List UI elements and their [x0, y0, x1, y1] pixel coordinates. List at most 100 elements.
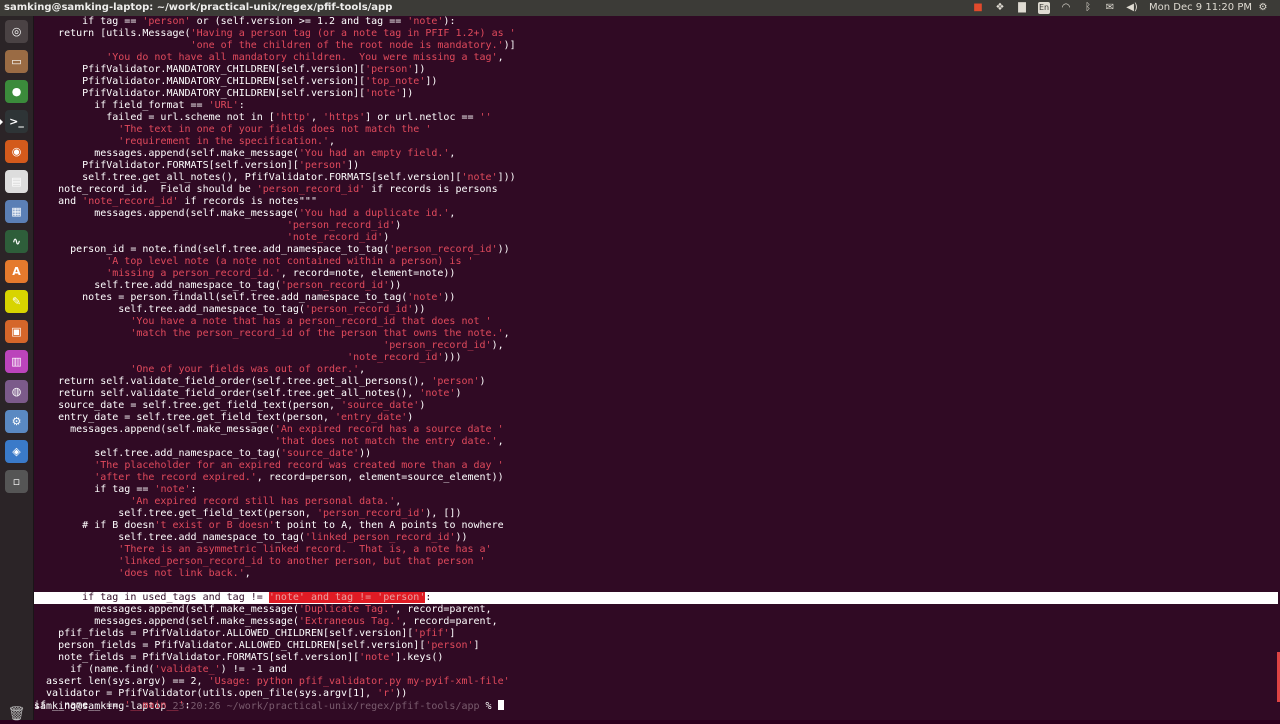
clock[interactable]: Mon Dec 9 11:20 PM — [1143, 1, 1252, 15]
trash-icon[interactable]: 🗑 — [7, 706, 26, 724]
code-text: ) — [479, 376, 486, 387]
launcher-text-editor-icon[interactable]: ▤ — [5, 170, 28, 193]
code-text: )) — [413, 304, 426, 315]
terminal-line: 'note_record_id') — [34, 232, 389, 244]
launcher-settings-icon[interactable]: ⚙ — [5, 410, 28, 433]
string-literal: 'You had an empty field.' — [298, 148, 450, 159]
notification-icon[interactable]: ■ — [967, 1, 989, 15]
string-literal: 'validate_' — [154, 664, 221, 675]
dropbox-icon[interactable]: ❖ — [989, 1, 1011, 15]
string-literal: 'person_record_id' — [286, 220, 396, 231]
launcher-workspace-icon[interactable]: ▫ — [5, 470, 28, 493]
terminal-line: notes = person.findall(self.tree.add_nam… — [34, 292, 455, 304]
launcher-document-icon[interactable]: ▦ — [5, 200, 28, 223]
code-text: if (name.find( — [34, 664, 155, 675]
terminal-line: 'one of the children of the root node is… — [34, 40, 516, 52]
terminal-line: 'There is an asymmetric linked record. T… — [34, 544, 491, 556]
terminal-line: note_fields = PfifValidator.FORMATS[self… — [34, 652, 443, 664]
string-literal: 't exist or B doesn' — [154, 520, 275, 531]
code-text: )) — [497, 244, 510, 255]
terminal-line: source_date = self.tree.get_field_text(p… — [34, 400, 425, 412]
string-literal: 'r' — [377, 688, 396, 699]
terminal-line: 'person_record_id') — [34, 220, 401, 232]
code-text: return self.validate_field_order(self.tr… — [34, 376, 432, 387]
launcher-disk-utility-icon[interactable]: ◍ — [5, 380, 28, 403]
code-text: : — [190, 484, 197, 495]
string-literal: 'URL' — [208, 100, 239, 111]
code-text: ]) — [401, 88, 414, 99]
string-literal: 'person' — [365, 64, 414, 75]
volume-icon[interactable]: ◀) — [1121, 1, 1143, 15]
highlight-prefix: if tag in used_tags and tag != — [34, 592, 269, 603]
code-text: , — [449, 208, 456, 219]
code-text: self.tree.add_namespace_to_tag( — [34, 280, 281, 291]
terminal-window[interactable]: if tag in used_tags and tag != 'note' an… — [34, 16, 1280, 720]
code-text: note_fields = PfifValidator.FORMATS[self… — [34, 652, 360, 663]
code-text: , — [310, 112, 323, 123]
terminal-line: self.tree.add_namespace_to_tag('person_r… — [34, 304, 425, 316]
string-literal: 'note' — [419, 388, 456, 399]
string-literal: 'One of your fields was out of order.' — [130, 364, 360, 375]
string-literal: 'entry_date' — [335, 412, 408, 423]
string-literal: 'person_record_id' — [316, 508, 426, 519]
terminal-line: person_fields = PfifValidator.ALLOWED_CH… — [34, 640, 479, 652]
highlighted-line[interactable]: if tag in used_tags and tag != 'note' an… — [34, 592, 1278, 604]
terminal-line: PfifValidator.MANDATORY_CHILDREN[self.ve… — [34, 88, 413, 100]
string-literal: 'note' — [407, 16, 444, 27]
code-text: person_fields = PfifValidator.ALLOWED_CH… — [34, 640, 426, 651]
code-text: t point to A, then A points to nowhere — [274, 520, 504, 531]
code-text: # if B doesn — [34, 520, 155, 531]
terminal-line: self.tree.add_namespace_to_tag('person_r… — [34, 280, 401, 292]
string-literal: '__main__' — [124, 700, 185, 711]
bluetooth-icon[interactable]: ᛒ — [1077, 1, 1099, 15]
launcher-dash-home-icon[interactable]: ◎ — [5, 20, 28, 43]
launcher-chrome-icon[interactable]: ● — [5, 80, 28, 103]
launcher-system-monitor-icon[interactable]: ∿ — [5, 230, 28, 253]
terminal-line: PfifValidator.FORMATS[self.version]['per… — [34, 160, 359, 172]
chat-icon[interactable]: ▇ — [1011, 1, 1033, 15]
code-text: ) — [407, 412, 414, 423]
launcher-files-icon[interactable]: ▭ — [5, 50, 28, 73]
terminal-line: 'You have a note that has a person_recor… — [34, 316, 491, 328]
string-literal: 'top_note' — [365, 76, 426, 87]
string-literal: 'person' — [142, 16, 191, 27]
terminal-line: entry_date = self.tree.get_field_text(pe… — [34, 412, 413, 424]
terminal-line: 'You do not have all mandatory children.… — [34, 52, 503, 64]
terminal-line: # if B doesn't exist or B doesn't point … — [34, 520, 504, 532]
code-text: self.tree.add_namespace_to_tag( — [34, 532, 305, 543]
string-literal: 'note' — [154, 484, 191, 495]
terminal-line: messages.append(self.make_message('You h… — [34, 148, 455, 160]
code-text: assert len(sys.argv) == 2, — [34, 676, 209, 687]
launcher-software-center-icon[interactable]: A — [5, 260, 28, 283]
code-text: messages.append(self.make_message( — [34, 424, 275, 435]
mail-icon[interactable]: ✉ — [1099, 1, 1121, 15]
selected-text[interactable]: 'note' and tag != 'person' — [268, 592, 426, 603]
string-literal: 'source_date' — [341, 400, 420, 411]
system-tray: ■ ❖ ▇ En ◠ ᛒ ✉ ◀) Mon Dec 9 11:20 PM ⚙ — [967, 1, 1274, 15]
terminal-line: PfifValidator.MANDATORY_CHILDREN[self.ve… — [34, 76, 437, 88]
launcher-calc-icon[interactable]: ▥ — [5, 350, 28, 373]
terminal-line: self.tree.add_namespace_to_tag('source_d… — [34, 448, 371, 460]
terminal-line: assert len(sys.argv) == 2, 'Usage: pytho… — [34, 676, 510, 688]
launcher-firefox-icon[interactable]: ◉ — [5, 140, 28, 163]
code-text: entry_date = self.tree.get_field_text(pe… — [34, 412, 336, 423]
wifi-icon[interactable]: ◠ — [1055, 1, 1077, 15]
code-text: ) — [455, 388, 462, 399]
terminal-line: if tag == 'person' or (self.version >= 1… — [34, 16, 455, 28]
terminal-line: self.tree.get_all_notes(), PfifValidator… — [34, 172, 516, 184]
code-text: and — [34, 196, 83, 207]
launcher-network-icon[interactable]: ◈ — [5, 440, 28, 463]
gear-icon[interactable]: ⚙ — [1252, 1, 1274, 15]
keyboard-layout-indicator[interactable]: En — [1038, 2, 1050, 14]
code-text: messages.append(self.make_message( — [34, 208, 299, 219]
launcher-impress-icon[interactable]: ▣ — [5, 320, 28, 343]
launcher-sticky-tool-icon[interactable]: ✎ — [5, 290, 28, 313]
launcher-terminal-icon[interactable]: >_ — [0, 110, 28, 133]
code-text: , — [497, 436, 504, 447]
string-literal: 'person_record_id' — [383, 340, 492, 351]
terminal-line: self.tree.add_namespace_to_tag('linked_p… — [34, 532, 467, 544]
